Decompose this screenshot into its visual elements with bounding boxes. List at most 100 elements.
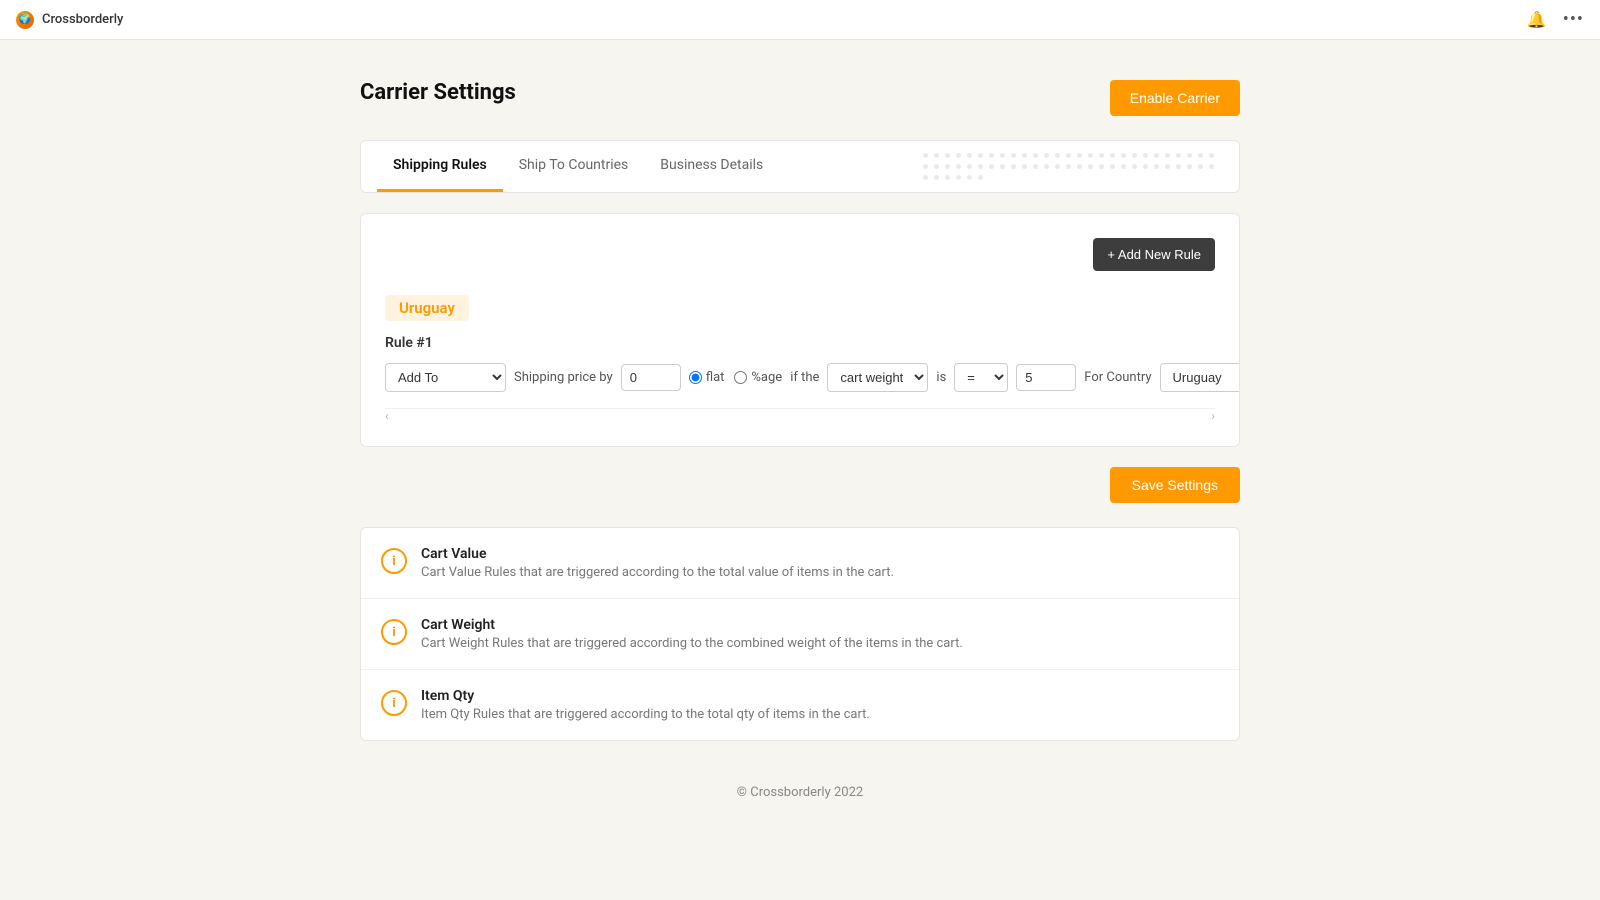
flat-radio-label[interactable]: flat xyxy=(689,370,725,385)
save-settings-button[interactable]: Save Settings xyxy=(1110,467,1240,503)
add-new-rule-button[interactable]: + Add New Rule xyxy=(1093,238,1215,271)
decoration-dot xyxy=(1088,164,1093,169)
decoration-dot xyxy=(956,164,961,169)
shipping-price-label: Shipping price by xyxy=(514,370,613,385)
scroll-left-arrow[interactable]: ‹ xyxy=(385,409,389,423)
cart-value-title: Cart Value xyxy=(421,546,894,562)
decoration-dot xyxy=(923,153,928,158)
decoration-dot xyxy=(1022,153,1027,158)
decoration-dot xyxy=(1187,153,1192,158)
decoration-dot xyxy=(967,164,972,169)
cart-weight-title: Cart Weight xyxy=(421,617,963,633)
info-item-cart-weight: i Cart Weight Cart Weight Rules that are… xyxy=(361,599,1239,670)
decoration-dot xyxy=(1000,153,1005,158)
operator-select[interactable]: = > < >= <= xyxy=(954,363,1008,392)
operation-select[interactable]: Add To Subtract From xyxy=(385,363,506,392)
decoration-dot xyxy=(1088,153,1093,158)
info-item-cart-value-text: Cart Value Cart Value Rules that are tri… xyxy=(421,546,894,580)
decoration-dot xyxy=(1154,153,1159,158)
condition-field-select[interactable]: cart weight cart value item qty xyxy=(827,363,928,392)
cart-weight-icon: i xyxy=(381,619,407,645)
decoration-dot xyxy=(1132,164,1137,169)
decoration-dot xyxy=(956,175,961,180)
percentage-radio-label[interactable]: %age xyxy=(734,370,782,385)
more-icon[interactable]: ••• xyxy=(1563,9,1584,30)
decoration-dot xyxy=(1055,153,1060,158)
decoration-dot xyxy=(1033,164,1038,169)
decoration-dot xyxy=(1209,153,1214,158)
decoration-dot xyxy=(1099,164,1104,169)
decoration-dot xyxy=(1077,153,1082,158)
decoration-dot xyxy=(1132,153,1137,158)
decoration-dot xyxy=(1033,153,1038,158)
decoration-dot xyxy=(1165,153,1170,158)
decoration-dot xyxy=(945,175,950,180)
percentage-radio[interactable] xyxy=(734,371,747,384)
scroll-right-arrow[interactable]: › xyxy=(1211,409,1215,423)
country-label: Uruguay xyxy=(385,295,469,321)
flat-percentage-group: flat %age xyxy=(689,370,783,385)
decoration-dot xyxy=(945,164,950,169)
decoration-dot xyxy=(1198,164,1203,169)
item-qty-icon: i xyxy=(381,690,407,716)
decoration-dot xyxy=(1187,164,1192,169)
tabs-dots-decoration xyxy=(923,143,1223,190)
tab-business-details[interactable]: Business Details xyxy=(644,141,779,192)
decoration-dot xyxy=(978,153,983,158)
decoration-dot xyxy=(1011,153,1016,158)
topbar-left: 🌍 Crossborderly xyxy=(16,11,123,29)
decoration-dot xyxy=(1176,164,1181,169)
rules-card-header: + Add New Rule xyxy=(385,238,1215,271)
decoration-dot xyxy=(989,164,994,169)
tabs-list: Shipping Rules Ship To Countries Busines… xyxy=(377,141,779,192)
info-item-item-qty: i Item Qty Item Qty Rules that are trigg… xyxy=(361,670,1239,740)
enable-carrier-button[interactable]: Enable Carrier xyxy=(1110,80,1240,116)
info-card: i Cart Value Cart Value Rules that are t… xyxy=(360,527,1240,741)
decoration-dot xyxy=(1121,153,1126,158)
tabs-card: Shipping Rules Ship To Countries Busines… xyxy=(360,140,1240,193)
decoration-dot xyxy=(1209,164,1214,169)
cart-value-desc: Cart Value Rules that are triggered acco… xyxy=(421,565,894,580)
decoration-dot xyxy=(934,164,939,169)
bell-icon[interactable]: 🔔 xyxy=(1527,10,1547,29)
scroll-strip: ‹ › xyxy=(385,408,1215,422)
info-item-cart-value: i Cart Value Cart Value Rules that are t… xyxy=(361,528,1239,599)
condition-value-input[interactable] xyxy=(1016,364,1076,391)
page-footer: © Crossborderly 2022 xyxy=(360,765,1240,830)
topbar-right: 🔔 ••• xyxy=(1527,9,1584,30)
flat-radio[interactable] xyxy=(689,371,702,384)
decoration-dot xyxy=(978,164,983,169)
decoration-dot xyxy=(1000,164,1005,169)
app-logo-icon: 🌍 xyxy=(16,11,34,29)
decoration-dot xyxy=(1154,164,1159,169)
decoration-dot xyxy=(1165,164,1170,169)
decoration-dot xyxy=(1011,164,1016,169)
decoration-dot xyxy=(1143,164,1148,169)
decoration-dot xyxy=(1198,153,1203,158)
decoration-dot xyxy=(989,153,994,158)
decoration-dot xyxy=(945,153,950,158)
tab-ship-to-countries[interactable]: Ship To Countries xyxy=(503,141,645,192)
app-name: Crossborderly xyxy=(42,12,123,27)
info-item-cart-weight-text: Cart Weight Cart Weight Rules that are t… xyxy=(421,617,963,651)
decoration-dot xyxy=(1099,153,1104,158)
decoration-dot xyxy=(934,175,939,180)
tab-shipping-rules[interactable]: Shipping Rules xyxy=(377,141,503,192)
cart-value-icon: i xyxy=(381,548,407,574)
decoration-dot xyxy=(923,164,928,169)
decoration-dot xyxy=(967,153,972,158)
shipping-price-input[interactable] xyxy=(621,364,681,391)
item-qty-title: Item Qty xyxy=(421,688,870,704)
rule-number: Rule #1 xyxy=(385,335,1215,351)
country-select[interactable]: Uruguay Argentina Brazil xyxy=(1160,363,1240,392)
rule-row: Add To Subtract From Shipping price by f… xyxy=(385,363,1215,392)
page-header: Carrier Settings Enable Carrier xyxy=(360,80,1240,116)
decoration-dot xyxy=(1121,164,1126,169)
item-qty-desc: Item Qty Rules that are triggered accord… xyxy=(421,707,870,722)
if-the-label: if the xyxy=(790,370,819,385)
decoration-dot xyxy=(1066,164,1071,169)
is-label: is xyxy=(936,370,946,385)
decoration-dot xyxy=(1055,164,1060,169)
for-country-label: For Country xyxy=(1084,370,1151,385)
footer-text: © Crossborderly 2022 xyxy=(737,785,863,800)
